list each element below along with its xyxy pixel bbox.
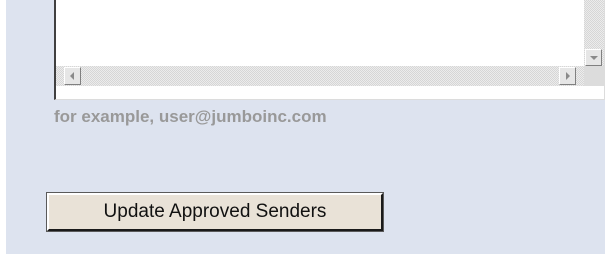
horizontal-scrollbar[interactable] xyxy=(56,66,584,86)
scrollbar-corner xyxy=(584,66,604,86)
page: for example, user@jumboinc.com Update Ap… xyxy=(0,0,605,262)
scroll-down-button[interactable] xyxy=(585,49,602,66)
textarea-content[interactable] xyxy=(56,0,584,65)
scroll-down-arrow-icon xyxy=(590,56,598,60)
vertical-scrollbar[interactable] xyxy=(584,0,604,66)
update-approved-senders-button[interactable]: Update Approved Senders xyxy=(46,192,384,232)
scroll-left-arrow-icon xyxy=(70,72,74,80)
scroll-left-button[interactable] xyxy=(64,67,81,85)
approved-senders-textarea[interactable] xyxy=(54,0,605,100)
scroll-right-arrow-icon xyxy=(566,72,570,80)
scroll-right-button[interactable] xyxy=(559,67,576,85)
example-hint-text: for example, user@jumboinc.com xyxy=(54,107,327,126)
